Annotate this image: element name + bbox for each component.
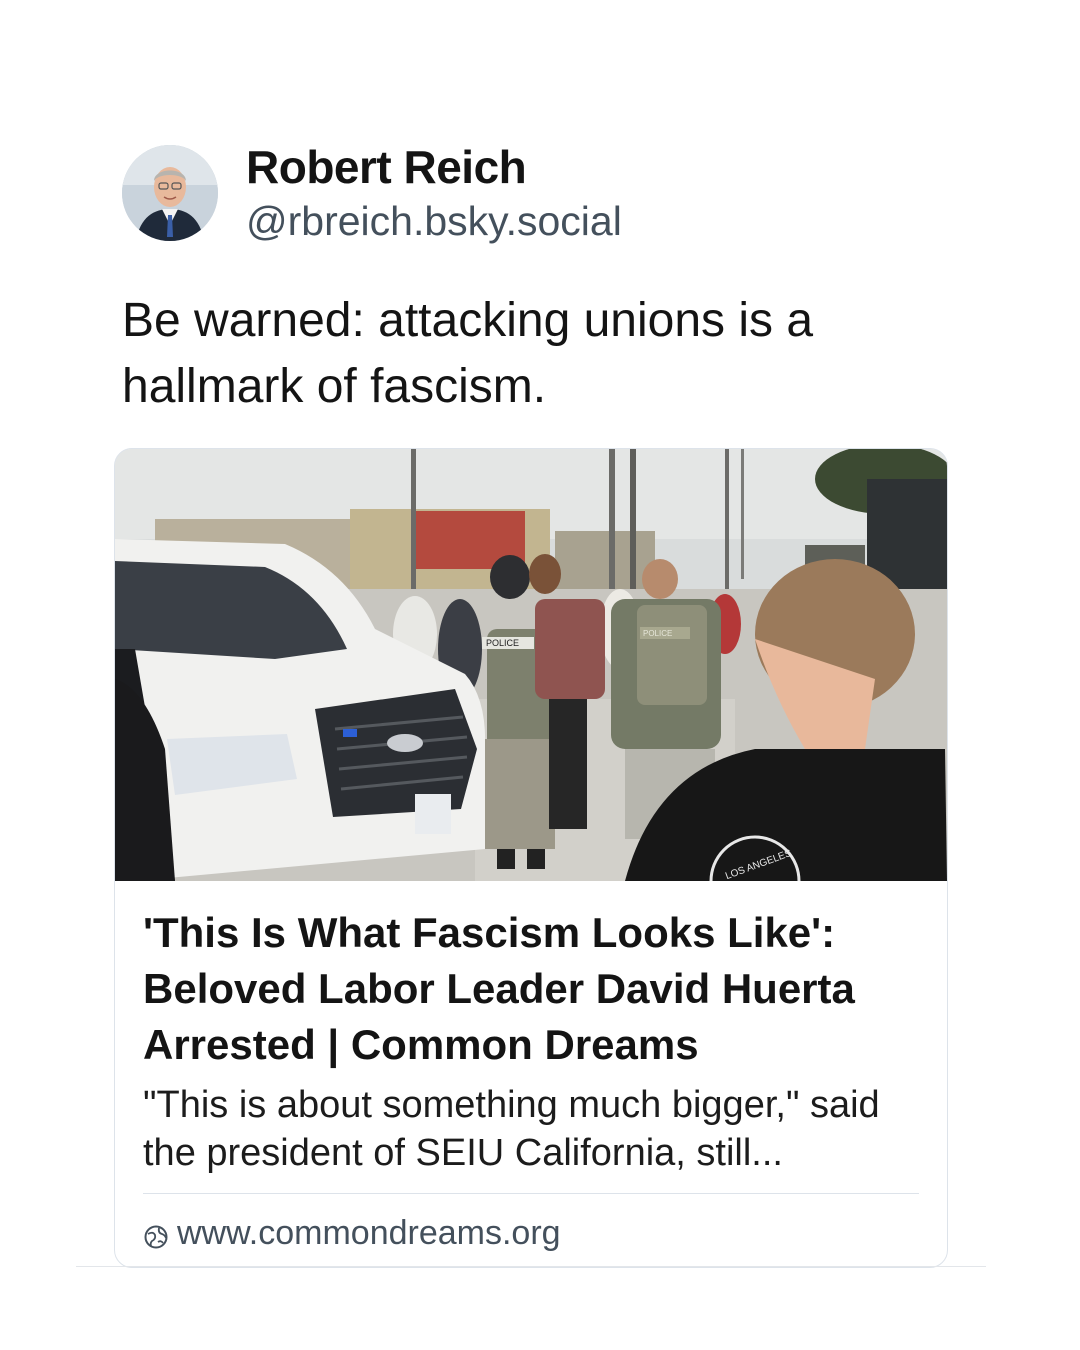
author-avatar[interactable] [122, 145, 218, 241]
author-handle[interactable]: @rbreich.bsky.social [246, 198, 622, 245]
link-card-domain: www.commondreams.org [177, 1213, 561, 1252]
author-display-name[interactable]: Robert Reich [246, 140, 527, 194]
link-card-description: "This is about something much bigger," s… [143, 1084, 880, 1174]
link-card-divider [143, 1193, 919, 1194]
link-preview-image: POLICE POLICE LOS ANGELES [115, 449, 947, 881]
vest-left-label: POLICE [486, 638, 519, 648]
avatar-photo [122, 145, 218, 241]
link-preview-card[interactable]: POLICE POLICE LOS ANGELES 'This Is What … [114, 448, 948, 1268]
link-card-title[interactable]: 'This Is What Fascism Looks Like': Belov… [143, 905, 923, 1073]
post-text: Be warned: attacking unions is a hallmar… [122, 294, 814, 413]
vest-right-label: POLICE [643, 629, 672, 638]
post-bottom-divider [76, 1266, 986, 1267]
link-card-domain-row[interactable]: www.commondreams.org [143, 1209, 561, 1257]
globe-icon [143, 1220, 169, 1249]
